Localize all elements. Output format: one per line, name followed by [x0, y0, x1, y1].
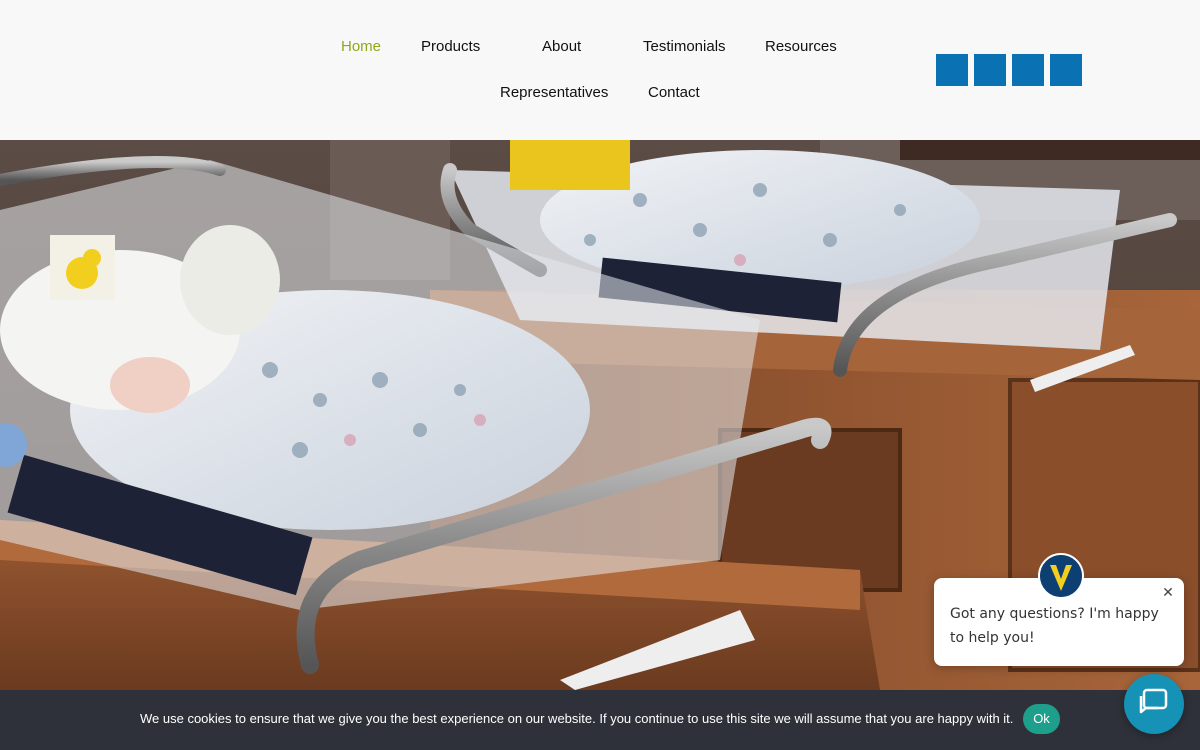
- nav-resources[interactable]: Resources: [765, 38, 837, 55]
- nav-testimonials[interactable]: Testimonials: [643, 38, 726, 55]
- cookie-ok-button[interactable]: Ok: [1023, 704, 1060, 734]
- facebook-icon[interactable]: [936, 54, 968, 86]
- linkedin-icon[interactable]: [1012, 54, 1044, 86]
- close-icon[interactable]: ✕: [1160, 584, 1176, 600]
- nav-products[interactable]: Products: [421, 38, 480, 55]
- nav-about[interactable]: About: [542, 38, 581, 55]
- youtube-icon[interactable]: [1050, 54, 1082, 86]
- cookie-text: We use cookies to ensure that we give yo…: [140, 711, 1014, 726]
- nav-home[interactable]: Home: [341, 38, 381, 55]
- cookie-banner: We use cookies to ensure that we give yo…: [0, 690, 1200, 750]
- nav-representatives[interactable]: Representatives: [500, 84, 608, 101]
- chat-icon[interactable]: [1124, 674, 1184, 734]
- nav-contact[interactable]: Contact: [648, 84, 700, 101]
- chat-message: Got any questions? I'm happy to help you…: [950, 606, 1159, 646]
- site-header: Home Products About Testimonials Resourc…: [0, 0, 1200, 140]
- agent-avatar: [1038, 553, 1084, 599]
- twitter-icon[interactable]: [974, 54, 1006, 86]
